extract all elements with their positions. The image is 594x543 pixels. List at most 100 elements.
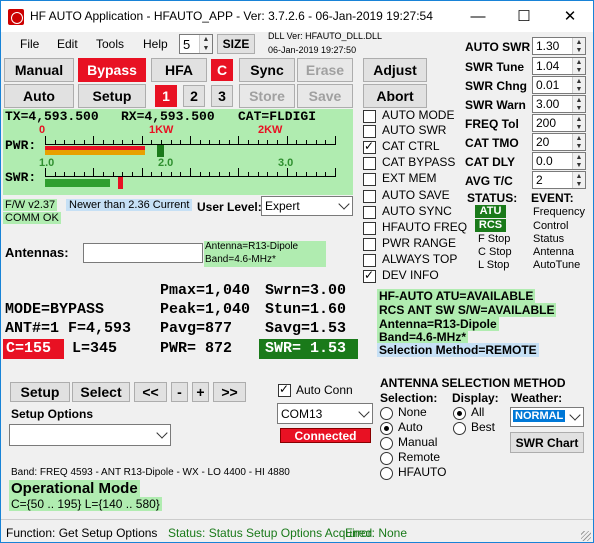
- pwr-tick-0: 0: [39, 124, 46, 136]
- window-title: HF AUTO Application - HFAUTO_APP - Ver: …: [30, 9, 433, 23]
- weather-select[interactable]: NORMAL: [510, 407, 584, 427]
- setup-top-button[interactable]: Setup: [78, 84, 146, 108]
- checkbox-label: AUTO SAVE: [382, 188, 450, 202]
- resize-grip-icon[interactable]: [581, 531, 591, 541]
- param-spinner-swr-chng[interactable]: 0.01 ▲ ▼: [532, 76, 586, 94]
- scale-tick: [161, 172, 162, 177]
- plus-button[interactable]: +: [192, 382, 209, 402]
- selection-radio-auto[interactable]: [380, 422, 393, 435]
- checkbox-cat-bypass[interactable]: [363, 157, 376, 170]
- selection-radio-label: Remote: [398, 450, 441, 464]
- checkbox-auto-mode[interactable]: [363, 110, 376, 123]
- checkbox-hfauto-freq[interactable]: [363, 222, 376, 235]
- setup-options-label: Setup Options: [11, 407, 93, 421]
- antennas-input[interactable]: [83, 243, 203, 263]
- footer-error: Error: None: [345, 526, 408, 540]
- param-spinner-avg-t-c[interactable]: 2 ▲ ▼: [532, 171, 586, 189]
- memory-2-button[interactable]: 2: [183, 85, 205, 107]
- param-spinner-swr-tune[interactable]: 1.04 ▲ ▼: [532, 57, 586, 75]
- previous-button[interactable]: <<: [134, 382, 167, 402]
- status-bar: Function: Get Setup Options Status: Stat…: [1, 519, 593, 542]
- select-button[interactable]: Select: [72, 382, 130, 402]
- spinner-arrows-icon[interactable]: ▲ ▼: [572, 58, 585, 74]
- auto-conn-checkbox[interactable]: [278, 382, 291, 397]
- param-spinner-freq-tol[interactable]: 200 ▲ ▼: [532, 114, 586, 132]
- save-button[interactable]: Save: [297, 84, 353, 108]
- maximize-icon[interactable]: ☐: [501, 1, 547, 32]
- minimize-icon[interactable]: —: [455, 1, 501, 32]
- spinner-arrows-icon[interactable]: ▲ ▼: [199, 35, 212, 53]
- menu-help[interactable]: Help: [143, 37, 168, 51]
- c-button[interactable]: C: [211, 59, 233, 81]
- checkbox-ext-mem[interactable]: [363, 173, 376, 186]
- auto-button[interactable]: Auto: [4, 84, 74, 108]
- param-label: AUTO SWR: [465, 40, 531, 54]
- checkbox-label: AUTO SWR: [382, 123, 447, 137]
- com-port-select[interactable]: COM13: [277, 403, 373, 424]
- swr-chart-button[interactable]: SWR Chart: [510, 432, 584, 453]
- manual-button[interactable]: Manual: [4, 58, 74, 82]
- param-spinner-swr-warn[interactable]: 3.00 ▲ ▼: [532, 95, 586, 113]
- bypass-button[interactable]: Bypass: [78, 58, 146, 82]
- close-icon[interactable]: ✕: [547, 1, 593, 32]
- f-stop-status: F Stop: [478, 233, 511, 245]
- param-spinner-auto-swr[interactable]: 1.30 ▲ ▼: [532, 37, 586, 55]
- size-spinner[interactable]: 5 ▲ ▼: [179, 34, 213, 54]
- swr-label: SWR:: [5, 170, 37, 185]
- setup-button[interactable]: Setup: [10, 382, 70, 402]
- band-summary: Band: FREQ 4593 - ANT R13-Dipole - WX - …: [11, 467, 290, 478]
- checkbox-auto-sync[interactable]: [363, 206, 376, 219]
- selection-radio-hfauto[interactable]: [380, 467, 393, 480]
- checkbox-label: PWR RANGE: [382, 236, 457, 250]
- memory-3-button[interactable]: 3: [211, 85, 233, 107]
- sync-button[interactable]: Sync: [239, 58, 295, 82]
- firmware-version: F/W v2.37: [3, 199, 58, 211]
- user-level-select[interactable]: Expert: [261, 196, 353, 216]
- pmax-readout: Pmax=1,040: [160, 282, 251, 299]
- memory-1-button[interactable]: 1: [155, 85, 177, 107]
- selection-radio-none[interactable]: [380, 407, 393, 420]
- checkbox-dev-info[interactable]: [363, 268, 376, 283]
- scale-tick: [170, 172, 172, 177]
- param-spinner-cat-dly[interactable]: 0.0 ▲ ▼: [532, 152, 586, 170]
- pwr-avg-bar: [45, 150, 145, 155]
- checkbox-cat-ctrl[interactable]: [363, 139, 376, 154]
- checkbox-auto-save[interactable]: [363, 190, 376, 203]
- hfa-button[interactable]: HFA: [151, 58, 207, 82]
- spinner-arrows-icon[interactable]: ▲ ▼: [572, 77, 585, 93]
- scale-tick: [93, 136, 95, 145]
- scale-tick: [151, 172, 153, 177]
- display-all-radio[interactable]: [453, 407, 466, 420]
- scale-tick: [74, 172, 75, 177]
- antenna-selection-title: ANTENNA SELECTION METHOD: [380, 376, 566, 390]
- setup-options-select[interactable]: [9, 424, 171, 446]
- abort-button[interactable]: Abort: [363, 84, 427, 108]
- spinner-arrows-icon[interactable]: ▲ ▼: [572, 153, 585, 169]
- minus-button[interactable]: -: [171, 382, 188, 402]
- spinner-arrows-icon[interactable]: ▲ ▼: [572, 115, 585, 131]
- spinner-arrows-icon[interactable]: ▲ ▼: [572, 134, 585, 150]
- checkbox-always-top[interactable]: [363, 254, 376, 267]
- auto-conn-label: Auto Conn: [296, 383, 353, 397]
- size-button[interactable]: SIZE: [217, 34, 255, 54]
- checkbox-label: AUTO MODE: [382, 108, 455, 122]
- spinner-arrows-icon[interactable]: ▲ ▼: [572, 172, 585, 188]
- adjust-button[interactable]: Adjust: [363, 58, 427, 82]
- next-button[interactable]: >>: [213, 382, 246, 402]
- checkbox-pwr-range[interactable]: [363, 238, 376, 251]
- store-button[interactable]: Store: [239, 84, 295, 108]
- checkbox-label: HFAUTO FREQ: [382, 220, 468, 234]
- spinner-arrows-icon[interactable]: ▲ ▼: [572, 38, 585, 54]
- pwr-tick-1kw: 1KW: [149, 124, 174, 136]
- selection-label: Selection:: [380, 391, 438, 405]
- selection-radio-manual[interactable]: [380, 437, 393, 450]
- param-spinner-cat-tmo[interactable]: 20 ▲ ▼: [532, 133, 586, 151]
- menu-edit[interactable]: Edit: [57, 37, 78, 51]
- spinner-arrows-icon[interactable]: ▲ ▼: [572, 96, 585, 112]
- erase-button[interactable]: Erase: [297, 58, 353, 82]
- menu-file[interactable]: File: [20, 37, 39, 51]
- menu-tools[interactable]: Tools: [96, 37, 124, 51]
- selection-radio-remote[interactable]: [380, 452, 393, 465]
- checkbox-auto-swr[interactable]: [363, 125, 376, 138]
- display-best-radio[interactable]: [453, 422, 466, 435]
